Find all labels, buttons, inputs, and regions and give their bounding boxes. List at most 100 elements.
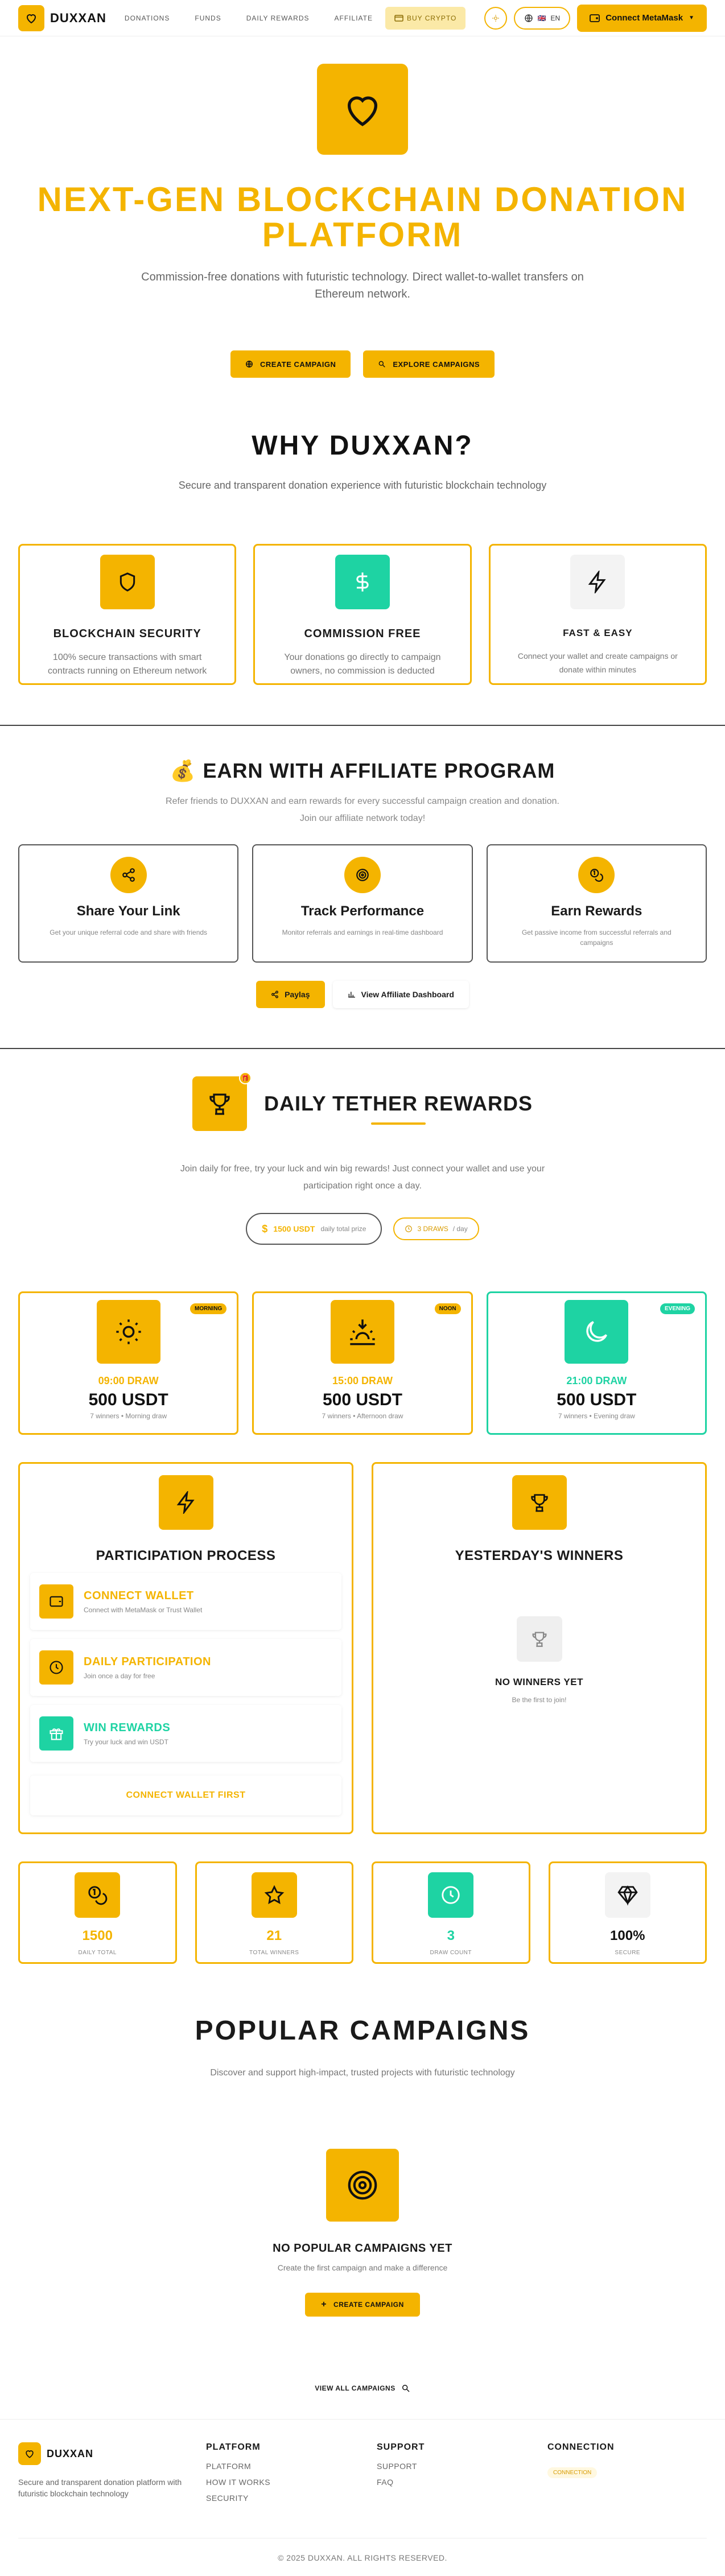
plus-icon: +: [321, 2300, 327, 2309]
create-campaign-button[interactable]: + CREATE CAMPAIGN: [305, 2293, 420, 2317]
footer-link-how-it-works[interactable]: HOW IT WORKS: [206, 2478, 365, 2487]
draw-tag: NOON: [434, 1303, 461, 1314]
dollar-icon: $: [262, 1223, 268, 1235]
stat-value: 21: [266, 1928, 282, 1943]
draw-amount: 500 USDT: [88, 1390, 168, 1409]
affiliate-subtitle-line-2: Join our affiliate network today!: [299, 814, 426, 823]
tether-title: DAILY TETHER REWARDS: [263, 1092, 533, 1125]
stat-label: DAILY TOTAL: [78, 1950, 117, 1956]
footer-link-support[interactable]: SUPPORT: [377, 2462, 536, 2471]
theme-toggle-button[interactable]: [484, 6, 507, 30]
copyright: © 2025 DUXXAN. ALL RIGHTS RESERVED.: [18, 2538, 707, 2576]
sunset-icon: [330, 1300, 394, 1364]
step-win-rewards[interactable]: WIN REWARDS Try your luck and win USDT: [30, 1705, 341, 1762]
buy-crypto-label: BUY CRYPTO: [406, 14, 457, 22]
affiliate-card-title: Share Your Link: [76, 903, 180, 919]
why-title: WHY DUXXAN?: [252, 431, 473, 461]
bar-chart-icon: [348, 992, 355, 998]
coins-icon: [75, 1872, 121, 1918]
feature-card-security: BLOCKCHAIN SECURITY 100% secure transact…: [18, 544, 237, 685]
explore-campaigns-button[interactable]: EXPLORE CAMPAIGNS: [363, 350, 495, 378]
participation-process-card: PARTICIPATION PROCESS CONNECT WALLET Con…: [18, 1462, 353, 1834]
stat-daily-total: 1500 DAILY TOTAL: [18, 1861, 177, 1964]
affiliate-subtitle: Refer friends to DUXXAN and earn rewards…: [0, 793, 725, 827]
draw-card-noon: NOON 15:00 DRAW 500 USDT 7 winners • Aft…: [252, 1291, 473, 1435]
step-title: WIN REWARDS: [84, 1721, 171, 1734]
language-label: EN: [550, 14, 561, 22]
footer-logo-text: DUXXAN: [47, 2447, 94, 2459]
process-title: PARTICIPATION PROCESS: [96, 1548, 276, 1563]
wallet-icon: [590, 14, 600, 22]
explore-campaigns-label: EXPLORE CAMPAIGNS: [393, 360, 480, 369]
create-campaign-button[interactable]: CREATE CAMPAIGN: [230, 350, 351, 378]
draw-card-evening: EVENING 21:00 DRAW 500 USDT 7 winners • …: [486, 1291, 707, 1435]
create-campaign-label: CREATE CAMPAIGN: [333, 2301, 404, 2309]
step-title: DAILY PARTICIPATION: [84, 1655, 211, 1668]
shield-icon: [100, 555, 155, 609]
feature-title: FAST & EASY: [563, 628, 633, 638]
affiliate-card-earn: Earn Rewards Get passive income from suc…: [486, 844, 707, 963]
heart-logo-icon: [18, 5, 44, 31]
nav-buy-crypto[interactable]: BUY CRYPTO: [385, 6, 466, 30]
main-nav: DONATIONS FUNDS DAILY REWARDS AFFILIATE …: [112, 6, 466, 30]
step-desc: Connect with MetaMask or Trust Wallet: [84, 1605, 203, 1614]
logo[interactable]: DUXXAN: [18, 5, 106, 31]
view-all-campaigns-link[interactable]: VIEW ALL CAMPAIGNS: [0, 2384, 725, 2393]
footer-logo[interactable]: DUXXAN: [18, 2442, 195, 2465]
sun-icon: [96, 1300, 160, 1364]
nav-affiliate[interactable]: AFFILIATE: [322, 7, 385, 30]
nav-funds[interactable]: FUNDS: [182, 7, 233, 30]
nav-daily-rewards[interactable]: DAILY REWARDS: [234, 7, 322, 30]
affiliate-dashboard-button[interactable]: View Affiliate Dashboard: [332, 981, 469, 1008]
flag-icon: 🇬🇧: [537, 14, 546, 22]
language-select[interactable]: 🇬🇧 EN: [513, 6, 571, 30]
footer-link-security[interactable]: SECURITY: [206, 2494, 365, 2503]
clock-icon: [405, 1225, 413, 1232]
winners-title: YESTERDAY'S WINNERS: [455, 1548, 624, 1563]
affiliate-card-title: Earn Rewards: [551, 903, 642, 919]
draw-info: 7 winners • Evening draw: [558, 1412, 635, 1420]
nav-donations[interactable]: DONATIONS: [112, 7, 182, 30]
hero-subtitle: Commission-free donations with futuristi…: [141, 271, 584, 300]
step-daily-participation[interactable]: DAILY PARTICIPATION Join once a day for …: [30, 1639, 341, 1696]
footer-link-platform[interactable]: PLATFORM: [206, 2462, 365, 2471]
logo-text: DUXXAN: [50, 10, 106, 25]
gift-icon: [39, 1716, 73, 1751]
feature-desc: Your donations go directly to campaign o…: [284, 653, 441, 676]
search-icon: [402, 2384, 410, 2392]
prize-amount: 1500 USDT: [273, 1224, 315, 1233]
affiliate-card-track: Track Performance Monitor referrals and …: [252, 844, 473, 963]
coins-icon: [578, 857, 615, 893]
footer-link-faq[interactable]: FAQ: [377, 2478, 536, 2487]
affiliate-title: 💰 EARN WITH AFFILIATE PROGRAM: [0, 759, 725, 783]
draws-pill: 3 DRAWS / day: [393, 1217, 479, 1240]
affiliate-card-desc: Monitor referrals and earnings in real-t…: [282, 928, 443, 936]
connect-wallet-first-button[interactable]: CONNECT WALLET FIRST: [30, 1776, 341, 1815]
draw-info: 7 winners • Morning draw: [90, 1412, 167, 1420]
stat-value: 1500: [82, 1928, 113, 1943]
stat-draw-count: 3 DRAW COUNT: [372, 1861, 530, 1964]
draw-amount: 500 USDT: [557, 1390, 637, 1409]
lightning-icon: [158, 1475, 213, 1530]
footer-heading: CONNECTION: [547, 2442, 615, 2452]
target-icon: [326, 2149, 399, 2222]
site-footer: DUXXAN Secure and transparent donation p…: [0, 2419, 725, 2576]
no-winners-state: NO WINNERS YET Be the first to join!: [384, 1616, 695, 1704]
share-button[interactable]: Paylaş: [256, 981, 325, 1008]
connect-metamask-button[interactable]: Connect MetaMask ▼: [577, 4, 707, 32]
footer-desc: Secure and transparent donation platform…: [18, 2478, 182, 2498]
footer-brand: DUXXAN Secure and transparent donation p…: [18, 2442, 195, 2503]
empty-campaigns-state: NO POPULAR CAMPAIGNS YET Create the firs…: [0, 2149, 725, 2317]
draw-time: 09:00 DRAW: [98, 1375, 159, 1386]
affiliate-card-desc: Get your unique referral code and share …: [50, 928, 208, 936]
step-connect-wallet[interactable]: CONNECT WALLET Connect with MetaMask or …: [30, 1573, 341, 1630]
step-title: CONNECT WALLET: [84, 1589, 194, 1602]
trophy-icon: [512, 1475, 567, 1530]
hero-title: NEXT-GEN BLOCKCHAIN DONATION PLATFORM: [37, 180, 688, 254]
stat-label: DRAW COUNT: [430, 1950, 472, 1956]
sun-icon: [492, 14, 499, 22]
draw-info: 7 winners • Afternoon draw: [322, 1412, 403, 1420]
empty-desc: Create the first campaign and make a dif…: [277, 2263, 448, 2272]
draw-card-morning: MORNING 09:00 DRAW 500 USDT 7 winners • …: [18, 1291, 239, 1435]
connection-pill[interactable]: CONNECTION: [547, 2467, 598, 2478]
